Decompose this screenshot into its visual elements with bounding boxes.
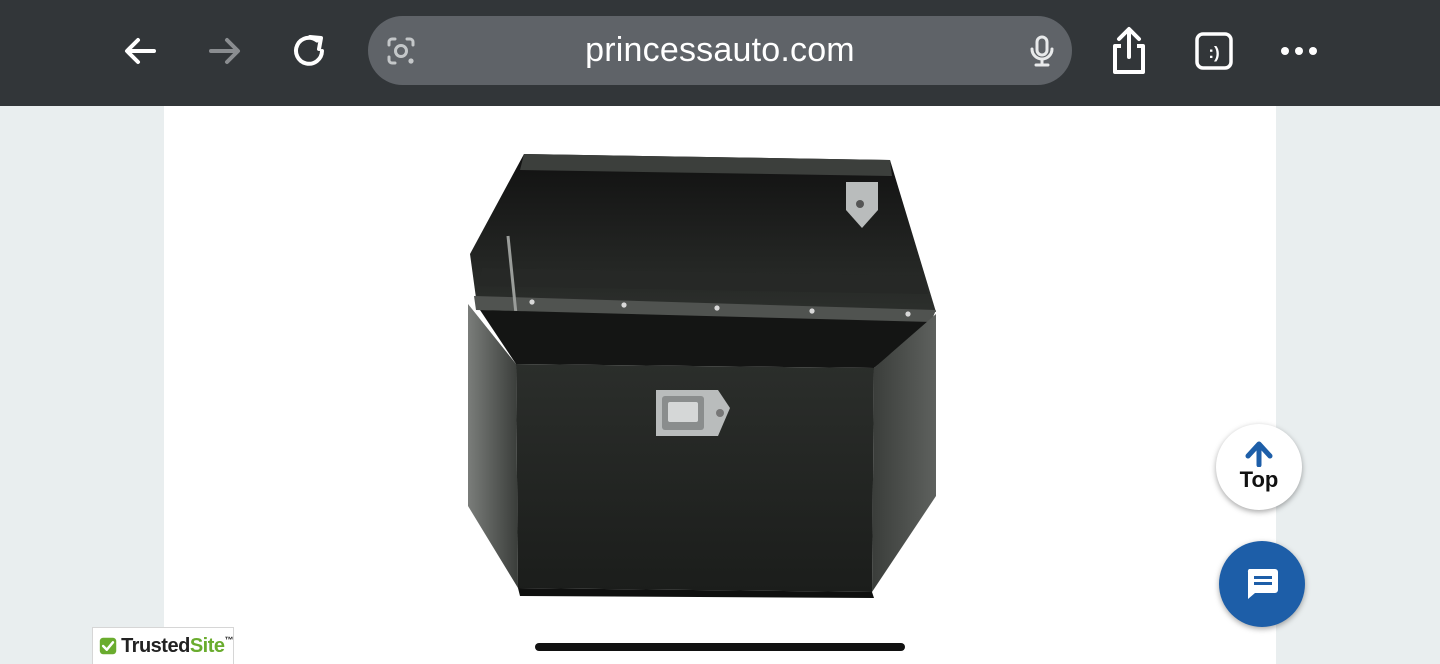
back-arrow-icon (125, 38, 156, 64)
trustedsite-label: TrustedSite™ (121, 634, 233, 657)
back-to-top-label: Top (1239, 467, 1279, 492)
more-menu-icon (1281, 47, 1317, 55)
forward-arrow-icon (209, 38, 240, 64)
tab-switcher-button[interactable]: :) (1182, 19, 1246, 83)
forward-button[interactable] (193, 19, 257, 83)
chat-bubble-icon (1247, 569, 1278, 599)
svg-text::): :) (1208, 43, 1219, 62)
url-text: princessauto.com (585, 31, 855, 69)
more-menu-button[interactable] (1267, 19, 1331, 83)
share-icon (1113, 27, 1145, 74)
address-bar[interactable]: princessauto.com (368, 16, 1072, 85)
home-indicator (535, 643, 905, 651)
page-content (164, 106, 1276, 664)
reload-icon (294, 35, 324, 66)
microphone-icon[interactable] (1024, 33, 1060, 69)
share-button[interactable] (1097, 19, 1161, 83)
chat-button[interactable] (1219, 541, 1305, 627)
back-button[interactable] (108, 19, 172, 83)
browser-toolbar: princessauto.com :) (0, 0, 1440, 106)
arrow-up-icon (1245, 441, 1273, 467)
checkmark-icon (99, 637, 117, 655)
reload-button[interactable] (278, 19, 342, 83)
back-to-top-button[interactable]: Top (1216, 424, 1302, 510)
tab-switcher-icon: :) (1195, 32, 1233, 70)
trustedsite-badge[interactable]: TrustedSite™ (92, 627, 234, 664)
product-image[interactable] (462, 146, 976, 598)
